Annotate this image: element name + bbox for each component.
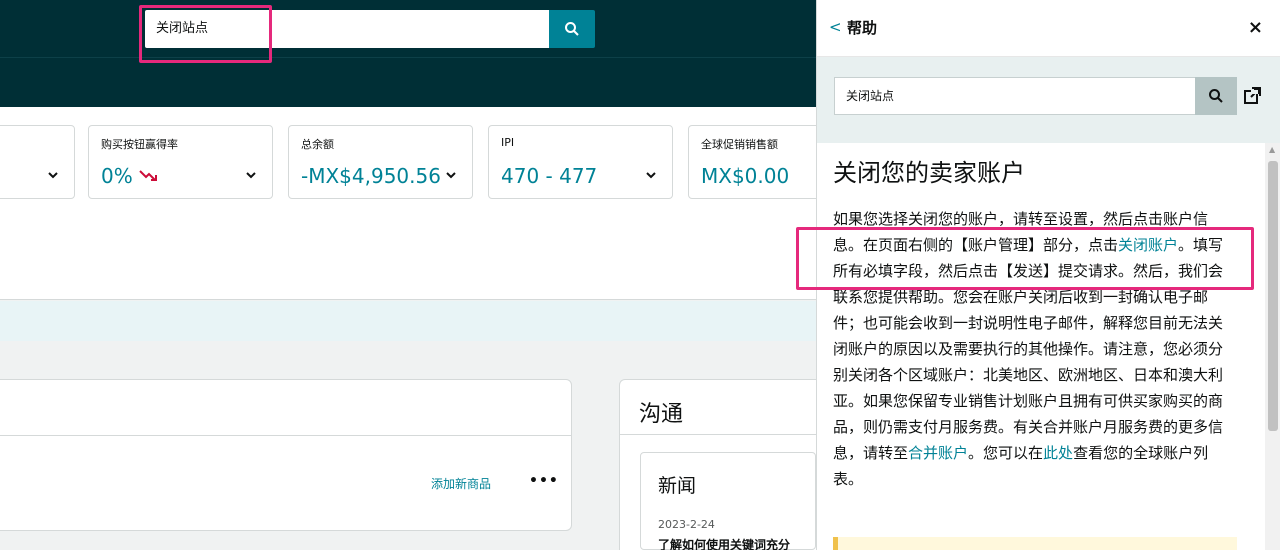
chevron-down-icon: [246, 172, 256, 179]
news-date: 2023-2-24: [658, 518, 715, 531]
more-options-button[interactable]: •••: [529, 473, 559, 489]
metric-title: 全球促销销售额: [701, 138, 778, 151]
metric-value: 470 - 477: [501, 164, 598, 188]
here-link[interactable]: 此处: [1043, 444, 1073, 462]
top-search-button[interactable]: [549, 10, 595, 48]
scroll-thumb[interactable]: [1268, 161, 1278, 431]
metric-card-balance[interactable]: 总余额 -MX$4,950.56: [288, 125, 473, 199]
search-icon: [565, 22, 579, 36]
panel-title: 沟通: [639, 402, 684, 427]
help-panel: < 帮助 × 关闭站点 关闭您的卖家账户 如果您选择关闭您的账户，请转至设置，然…: [816, 0, 1280, 550]
metric-value: -MX$4,950.56: [301, 164, 441, 188]
panel-divider: [620, 434, 828, 435]
metric-title: 购买按钮赢得率: [101, 138, 178, 151]
metric-value: 0%: [101, 164, 133, 188]
metric-card-ipi[interactable]: IPI 470 - 477: [488, 125, 673, 199]
article-title: 关闭您的卖家账户: [833, 159, 1025, 187]
metrics-strip: 购买按钮赢得率 0% 总余额 -MX$4,950.56 IPI 470 - 47…: [0, 107, 828, 300]
add-listing-link[interactable]: 添加新商品: [431, 475, 491, 492]
article-text: 。填写所有必填字段，然后点击【发送】提交请求。然后，我们会联系您提供帮助。您会在…: [833, 236, 1224, 462]
merge-accounts-link[interactable]: 合并账户: [908, 444, 968, 462]
help-search-input[interactable]: 关闭站点: [834, 77, 1213, 115]
listings-panel: 添加新商品 •••: [0, 379, 572, 531]
metric-card-promo[interactable]: 全球促销销售额 MX$0.00: [688, 125, 828, 199]
help-search-button[interactable]: [1195, 77, 1237, 115]
notice-strip: [0, 301, 816, 341]
search-icon: [1209, 89, 1223, 103]
help-title: 帮助: [847, 19, 878, 37]
news-headline-link[interactable]: 了解如何使用关键词充分: [658, 536, 790, 550]
back-button[interactable]: <: [829, 18, 842, 36]
metric-value: MX$0.00: [701, 164, 790, 188]
metric-title: IPI: [501, 136, 515, 149]
metric-title: 总余额: [301, 138, 334, 151]
scrollbar[interactable]: ▲: [1265, 143, 1280, 550]
external-link-icon[interactable]: [1242, 86, 1262, 106]
top-nav-bar: 关闭站点: [0, 0, 816, 57]
chevron-down-icon: [646, 172, 656, 179]
close-button[interactable]: ×: [1248, 17, 1263, 38]
chevron-down-icon: [446, 172, 456, 179]
help-article: 关闭您的卖家账户 如果您选择关闭您的账户，请转至设置，然后点击账户信息。在页面右…: [817, 143, 1265, 550]
secondary-nav-bar: [0, 57, 816, 107]
trend-down-icon: [139, 170, 157, 181]
article-text: 。您可以在: [968, 444, 1044, 462]
news-card: 新闻 2023-2-24 了解如何使用关键词充分: [640, 452, 816, 550]
panel-divider: [0, 435, 571, 436]
help-search-bar: 关闭站点: [817, 57, 1280, 143]
close-account-link[interactable]: 关闭账户: [1118, 236, 1178, 254]
top-search-input[interactable]: 关闭站点: [145, 10, 550, 48]
article-body: 如果您选择关闭您的账户，请转至设置，然后点击账户信息。在页面右侧的【账户管理】部…: [833, 206, 1237, 492]
scroll-up-icon[interactable]: ▲: [1269, 145, 1275, 154]
metric-card-buybox[interactable]: 购买按钮赢得率 0%: [88, 125, 273, 199]
help-header: < 帮助 ×: [817, 0, 1280, 57]
news-title: 新闻: [658, 475, 697, 497]
chevron-down-icon: [48, 172, 58, 179]
metric-card-0[interactable]: [0, 125, 75, 199]
tip-box: [833, 537, 1237, 550]
